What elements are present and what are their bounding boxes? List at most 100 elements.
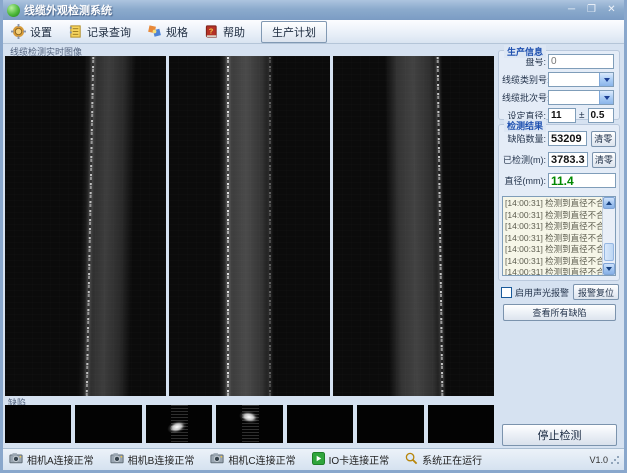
- stop-detection-button[interactable]: 停止检测: [502, 424, 617, 446]
- camera-c-strip: [333, 56, 494, 396]
- cable-batch-select[interactable]: [548, 90, 614, 105]
- spec-icon: [147, 24, 162, 39]
- records-query-label: 记录查询: [87, 24, 131, 40]
- settings-button[interactable]: 设置: [11, 24, 52, 40]
- log-scrollbar[interactable]: [602, 197, 615, 275]
- specs-button[interactable]: 规格: [147, 24, 188, 40]
- camera-a-status: 相机A连接正常: [9, 452, 94, 467]
- chevron-down-icon[interactable]: [599, 73, 613, 86]
- gear-icon: [11, 24, 26, 39]
- diameter-row: 直径(mm): 11.4: [502, 173, 616, 188]
- log-entry: [14:00:31] 检测到直径不合格: [503, 243, 615, 255]
- alarm-enable-label: 启用声光报警: [515, 286, 569, 299]
- log-entry: [14:00:31] 检测到直径不合格: [503, 266, 615, 276]
- production-plan-button[interactable]: 生产计划: [261, 21, 327, 43]
- defect-thumbnail-strip: [5, 405, 494, 443]
- app-window: 线缆外观检测系统 ─ ❐ ✕ 设置 记录查询 规格 ? 帮助 生产计划 线缆检测…: [0, 0, 627, 473]
- diameter-value: 11.4: [548, 173, 616, 188]
- view-all-defects-button[interactable]: 查看所有缺陷: [503, 304, 616, 321]
- tolerance-input[interactable]: 0.5: [588, 108, 614, 123]
- system-running-status: 系统正在运行: [405, 452, 482, 468]
- alarm-reset-button[interactable]: 报警复位: [573, 284, 619, 300]
- alarm-row: 启用声光报警 报警复位: [501, 284, 619, 300]
- camera-b-status: 相机B连接正常: [110, 452, 195, 467]
- detection-log-list[interactable]: [14:00:31] 检测到直径不合格 [14:00:31] 检测到直径不合格 …: [502, 196, 616, 276]
- live-camera-view: [5, 56, 494, 396]
- defect-thumbnail[interactable]: [428, 405, 494, 443]
- right-panel: 生产信息 盘号: 0 线缆类别号: 线缆批次号:: [497, 44, 622, 448]
- io-card-status: IO卡连接正常: [312, 452, 390, 468]
- cable-type-select[interactable]: [548, 72, 614, 87]
- set-diameter-input[interactable]: 11: [548, 108, 576, 123]
- plus-minus-label: ±: [579, 110, 585, 121]
- cable-type-label: 线缆类别号:: [502, 73, 548, 86]
- client-area: 线缆检测实时图像 缺陷: [3, 44, 624, 448]
- log-entry: [14:00:31] 检测到直径不合格: [503, 197, 615, 209]
- status-bar: 相机A连接正常 相机B连接正常 相机C连接正常 IO卡连接正常 系统正在运行 V…: [3, 448, 624, 470]
- svg-text:?: ?: [209, 26, 214, 35]
- clear-defect-count-button[interactable]: 清零: [591, 131, 616, 147]
- clear-measured-length-button[interactable]: 清零: [592, 152, 616, 168]
- notebook-icon: [68, 24, 83, 39]
- defect-thumbnail[interactable]: [357, 405, 423, 443]
- production-info-title: 生产信息: [504, 45, 546, 58]
- measured-length-value: 3783.3: [548, 152, 588, 167]
- help-book-icon: ?: [204, 24, 219, 39]
- camera-icon: [110, 452, 124, 467]
- camera-icon: [9, 452, 23, 467]
- camera-c-status-label: 相机C连接正常: [228, 452, 295, 467]
- defect-thumbnail[interactable]: [216, 405, 282, 443]
- measured-length-row: 已检测(m): 3783.3 清零: [502, 152, 616, 167]
- log-entry: [14:00:31] 检测到直径不合格: [503, 232, 615, 244]
- detection-results-title: 检测结果: [504, 119, 546, 132]
- minimize-button[interactable]: ─: [563, 3, 580, 17]
- defect-count-label: 缺陷数量:: [502, 132, 548, 145]
- help-button[interactable]: ? 帮助: [204, 24, 245, 40]
- reel-no-input[interactable]: 0: [548, 54, 614, 69]
- scroll-down-icon[interactable]: [603, 263, 615, 275]
- defect-thumbnail[interactable]: [5, 405, 71, 443]
- io-card-icon: [312, 452, 325, 468]
- measured-length-label: 已检测(m):: [502, 153, 548, 166]
- app-icon: [7, 4, 20, 17]
- scrollbar-thumb[interactable]: [604, 243, 614, 261]
- defect-count-value: 53209: [548, 131, 587, 146]
- defect-thumbnail[interactable]: [287, 405, 353, 443]
- image-noise: [169, 56, 330, 396]
- log-entry: [14:00:31] 检测到直径不合格: [503, 209, 615, 221]
- camera-c-status: 相机C连接正常: [210, 452, 295, 467]
- records-query-button[interactable]: 记录查询: [68, 24, 131, 40]
- image-noise: [333, 56, 494, 396]
- title-bar[interactable]: 线缆外观检测系统 ─ ❐ ✕: [3, 0, 624, 20]
- window-title: 线缆外观检测系统: [24, 2, 560, 18]
- help-label: 帮助: [223, 24, 245, 40]
- resize-grip[interactable]: [610, 455, 620, 465]
- cable-batch-row: 线缆批次号:: [502, 90, 616, 105]
- cable-type-row: 线缆类别号:: [502, 72, 616, 87]
- log-entry: [14:00:31] 检测到直径不合格: [503, 220, 615, 232]
- camera-icon: [210, 452, 224, 467]
- defect-thumbnail[interactable]: [146, 405, 212, 443]
- log-entry: [14:00:31] 检测到直径不合格: [503, 255, 615, 267]
- defect-count-row: 缺陷数量: 53209 清零: [502, 131, 616, 146]
- magnifier-icon: [405, 452, 418, 468]
- io-card-status-label: IO卡连接正常: [329, 452, 390, 467]
- camera-b-status-label: 相机B连接正常: [128, 452, 195, 467]
- system-running-label: 系统正在运行: [422, 452, 482, 467]
- toolbar: 设置 记录查询 规格 ? 帮助 生产计划: [3, 20, 624, 44]
- restore-button[interactable]: ❐: [583, 3, 600, 17]
- diameter-label: 直径(mm):: [502, 174, 548, 187]
- camera-a-status-label: 相机A连接正常: [27, 452, 94, 467]
- chevron-down-icon[interactable]: [599, 91, 613, 104]
- camera-b-strip: [169, 56, 330, 396]
- detection-results-group: 检测结果 缺陷数量: 53209 清零 已检测(m): 3783.3 清零 直径…: [498, 124, 620, 281]
- scroll-up-icon[interactable]: [603, 197, 615, 209]
- close-button[interactable]: ✕: [603, 3, 620, 17]
- defect-thumbnail[interactable]: [75, 405, 141, 443]
- settings-label: 设置: [30, 24, 52, 40]
- production-info-group: 生产信息 盘号: 0 线缆类别号: 线缆批次号:: [498, 50, 620, 120]
- specs-label: 规格: [166, 24, 188, 40]
- cable-batch-label: 线缆批次号:: [502, 91, 548, 104]
- alarm-enable-checkbox[interactable]: [501, 287, 512, 298]
- image-noise: [5, 56, 166, 396]
